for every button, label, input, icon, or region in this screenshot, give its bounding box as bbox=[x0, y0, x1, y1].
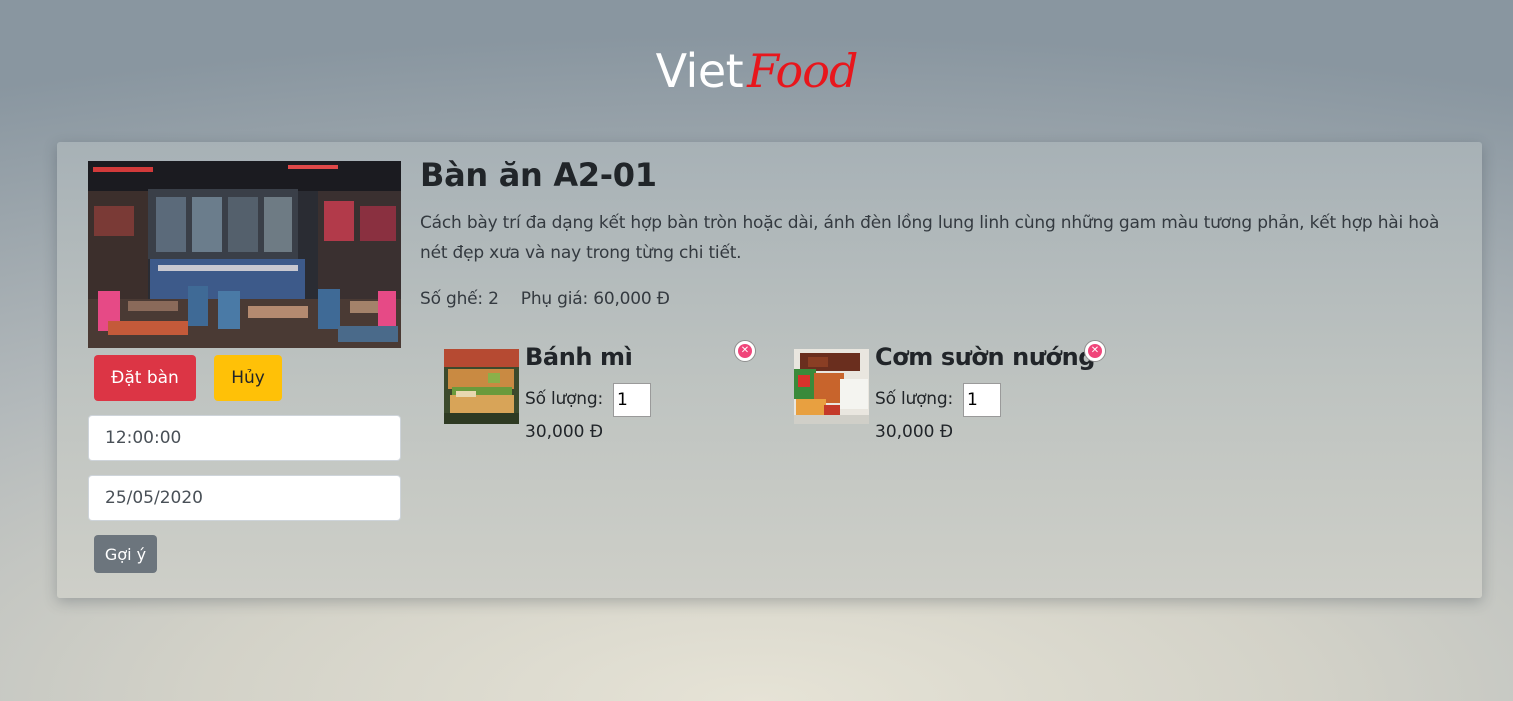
table-title: Bàn ăn A2-01 bbox=[420, 156, 657, 194]
quantity-label: Số lượng: bbox=[525, 389, 603, 409]
com-suon-photo bbox=[794, 349, 869, 424]
dish-price: 30,000 Đ bbox=[875, 422, 954, 442]
table-meta: Số ghế: 2 Phụ giá: 60,000 Đ bbox=[420, 289, 670, 309]
quantity-label: Số lượng: bbox=[875, 389, 953, 409]
dish-name: Cơm sườn nướng bbox=[875, 343, 1096, 371]
time-input[interactable] bbox=[88, 415, 401, 461]
book-table-button[interactable]: Đặt bàn bbox=[94, 355, 196, 401]
quantity-input[interactable] bbox=[963, 383, 1001, 417]
site-logo[interactable]: VietFood bbox=[0, 36, 1513, 117]
date-input[interactable] bbox=[88, 475, 401, 521]
suggest-button[interactable]: Gợi ý bbox=[94, 535, 157, 573]
logo-text-food: Food bbox=[747, 44, 858, 98]
remove-dish-button[interactable]: ✕ bbox=[734, 340, 756, 362]
logo-text-viet: Viet bbox=[655, 44, 744, 98]
table-description: Cách bày trí đa dạng kết hợp bàn tròn ho… bbox=[420, 213, 1440, 263]
dish-item: Cơm sườn nướng Số lượng: 30,000 Đ ✕ bbox=[794, 340, 1114, 459]
quantity-input[interactable] bbox=[613, 383, 651, 417]
seat-count: Số ghế: 2 bbox=[420, 289, 499, 309]
table-booking-card: Đặt bàn Hủy Gợi ý Bàn ăn A2-01 Cách bày … bbox=[57, 142, 1482, 598]
remove-dish-button[interactable]: ✕ bbox=[1084, 340, 1106, 362]
cancel-button[interactable]: Hủy bbox=[214, 355, 282, 401]
dish-item: Bánh mì Số lượng: 30,000 Đ ✕ bbox=[444, 340, 764, 459]
dish-name: Bánh mì bbox=[525, 343, 633, 371]
dish-price: 30,000 Đ bbox=[525, 422, 604, 442]
close-circle-icon: ✕ bbox=[738, 344, 752, 358]
restaurant-table-photo bbox=[88, 161, 401, 348]
banh-mi-photo bbox=[444, 349, 519, 424]
close-circle-icon: ✕ bbox=[1088, 344, 1102, 358]
surcharge: Phụ giá: 60,000 Đ bbox=[520, 289, 670, 309]
